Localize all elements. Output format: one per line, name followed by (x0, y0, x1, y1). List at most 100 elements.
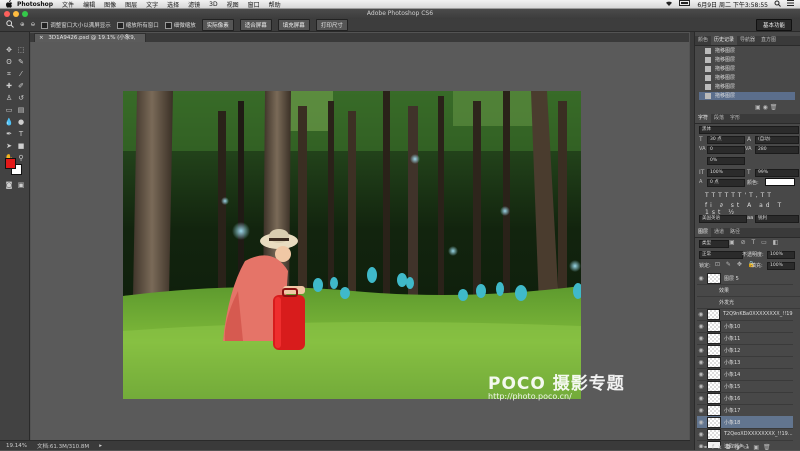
tracking-field[interactable]: 280 (755, 146, 799, 154)
lasso-tool-icon[interactable]: ʘ (4, 57, 14, 67)
healing-brush-tool-icon[interactable]: ✚ (4, 81, 14, 91)
document-tab[interactable]: × 3D1A9426.psd @ 19.1% (小象9, RGB/8*) (34, 33, 146, 50)
status-arrow-icon[interactable]: ▸ (99, 443, 102, 449)
history-brush-tool-icon[interactable]: ↺ (16, 93, 26, 103)
apple-icon[interactable] (5, 0, 13, 8)
minimize-window-button[interactable] (13, 11, 19, 17)
layer-filter-icons[interactable]: ▣ ⊘ T ▭ ◧ (729, 239, 780, 246)
font-family-select[interactable]: 黑体 (699, 126, 799, 134)
leading-field[interactable]: (自动) (755, 136, 799, 144)
workspace-switcher[interactable]: 基本功能 (755, 19, 792, 31)
menu-edit[interactable]: 编辑 (83, 0, 95, 9)
tab-channels[interactable]: 通道 (711, 228, 727, 237)
menu-layer[interactable]: 图层 (125, 0, 137, 9)
camera-icon[interactable]: ◉ (763, 104, 768, 111)
zoom-level[interactable]: 19.14% (6, 443, 27, 449)
kerning-field[interactable]: 0 (707, 146, 745, 154)
menu-file[interactable]: 文件 (62, 0, 74, 9)
menu-filter[interactable]: 滤镜 (188, 0, 200, 9)
path-select-tool-icon[interactable]: ➤ (4, 141, 14, 151)
fit-screen-button[interactable]: 适合屏幕 (239, 19, 272, 31)
eraser-tool-icon[interactable]: ▭ (4, 105, 14, 115)
move-tool-icon[interactable]: ✥ (4, 45, 14, 55)
language-select[interactable]: 美国英语 (699, 215, 747, 223)
dodge-tool-icon[interactable]: ● (16, 117, 26, 127)
resize-windows-option[interactable]: 调整窗口大小以满屏显示 (41, 21, 111, 29)
horizontal-scale-field[interactable]: 99% (755, 169, 799, 177)
visibility-eye-icon[interactable]: ◉ (697, 323, 705, 330)
history-row[interactable]: 拖移图层 (699, 56, 795, 64)
text-color-swatch[interactable] (765, 178, 795, 186)
visibility-eye-icon[interactable]: ◉ (697, 359, 705, 366)
tab-navigator[interactable]: 导航器 (737, 36, 758, 45)
visibility-eye-icon[interactable]: ◉ (697, 383, 705, 390)
scrubby-zoom-option[interactable]: 细微缩放 (164, 21, 196, 29)
menu-type[interactable]: 文字 (146, 0, 158, 9)
tab-layers[interactable]: 图层 (695, 228, 712, 237)
visibility-eye-icon[interactable]: ◉ (697, 407, 705, 414)
close-window-button[interactable] (4, 11, 10, 17)
checkbox[interactable] (41, 22, 49, 29)
new-document-icon[interactable]: ▣ (755, 104, 761, 111)
visibility-eye-icon[interactable]: ◉ (697, 419, 705, 426)
antialias-select[interactable]: 锐利 (755, 215, 799, 223)
brush-tool-icon[interactable]: ✐ (16, 81, 26, 91)
menu-image[interactable]: 图像 (104, 0, 116, 9)
checkbox[interactable] (164, 22, 172, 29)
history-row[interactable]: 拖移图层 (699, 47, 795, 55)
tab-history[interactable]: 历史记录 (711, 36, 738, 45)
menu-select[interactable]: 选择 (167, 0, 179, 9)
vertical-scale-field[interactable]: 100% (707, 169, 745, 177)
clock-text[interactable]: 6月9日 周二 下午3:58:55 (697, 0, 768, 9)
spotlight-icon[interactable] (774, 0, 781, 9)
history-row-current[interactable]: 拖移图层 (699, 92, 795, 100)
crop-tool-icon[interactable]: ⌗ (4, 69, 14, 79)
visibility-eye-icon[interactable]: ◉ (697, 347, 705, 354)
opentype-buttons[interactable]: fi ∂ st A ad T 1st ½ (705, 202, 800, 216)
tab-glyphs[interactable]: 字形 (727, 114, 743, 123)
quick-mask-icon[interactable]: ◙ (4, 180, 14, 190)
blur-tool-icon[interactable]: 💧 (4, 117, 14, 127)
menu-window[interactable]: 窗口 (248, 0, 260, 9)
menu-help[interactable]: 帮助 (269, 0, 281, 9)
zoom-tool-side-icon[interactable]: ⚲ (16, 153, 26, 163)
history-row[interactable]: 拖移图层 (699, 83, 795, 91)
clone-stamp-tool-icon[interactable]: ♙ (4, 93, 14, 103)
quick-select-tool-icon[interactable]: ✎ (16, 57, 26, 67)
zoom-in-icon[interactable]: ⊕ (20, 22, 25, 28)
tab-paragraph[interactable]: 段落 (711, 114, 727, 123)
font-size-field[interactable]: 30 点 (707, 136, 745, 144)
actual-pixels-button[interactable]: 实际像素 (201, 19, 234, 31)
visibility-eye-icon[interactable]: ◉ (697, 311, 705, 318)
eyedropper-tool-icon[interactable]: ⁄ (16, 69, 26, 79)
tab-color[interactable]: 颜色 (695, 36, 711, 45)
blend-mode-select[interactable]: 正常 (699, 251, 743, 259)
zoom-all-option[interactable]: 缩放所有窗口 (116, 21, 159, 29)
gradient-tool-icon[interactable]: ▤ (16, 105, 26, 115)
history-row[interactable]: 拖移图层 (699, 74, 795, 82)
tab-character[interactable]: 字符 (695, 114, 712, 123)
type-style-buttons[interactable]: TTTTTT'T,TT (705, 192, 774, 199)
visibility-eye-icon[interactable]: ◉ (697, 371, 705, 378)
battery-icon[interactable] (679, 0, 691, 8)
menu-app-name[interactable]: Photoshop (17, 1, 53, 8)
menu-3d[interactable]: 3D (209, 1, 217, 8)
menu-view[interactable]: 视图 (227, 0, 239, 9)
document-image[interactable] (123, 91, 581, 399)
tab-close-icon[interactable]: × (39, 35, 44, 41)
layer-filter-select[interactable]: 类型 (699, 240, 729, 248)
history-row[interactable]: 拖移图层 (699, 65, 795, 73)
type-tool-icon[interactable]: T (16, 129, 26, 139)
screen-mode-icon[interactable]: ▣ (16, 180, 26, 190)
zoom-out-icon[interactable]: ⊖ (31, 22, 36, 28)
checkbox[interactable] (116, 22, 124, 29)
trash-icon[interactable]: 🗑 (770, 104, 778, 111)
marquee-tool-icon[interactable]: ⬚ (16, 45, 26, 55)
wifi-icon[interactable] (665, 0, 673, 8)
pen-tool-icon[interactable]: ✒ (4, 129, 14, 139)
visibility-eye-icon[interactable]: ◉ (697, 275, 705, 282)
visibility-eye-icon[interactable]: ◉ (697, 335, 705, 342)
baseline-field[interactable]: 0 点 (707, 179, 745, 187)
doc-size[interactable]: 文档:61.3M/310.8M (37, 442, 89, 450)
foreground-color-swatch[interactable] (5, 158, 16, 169)
